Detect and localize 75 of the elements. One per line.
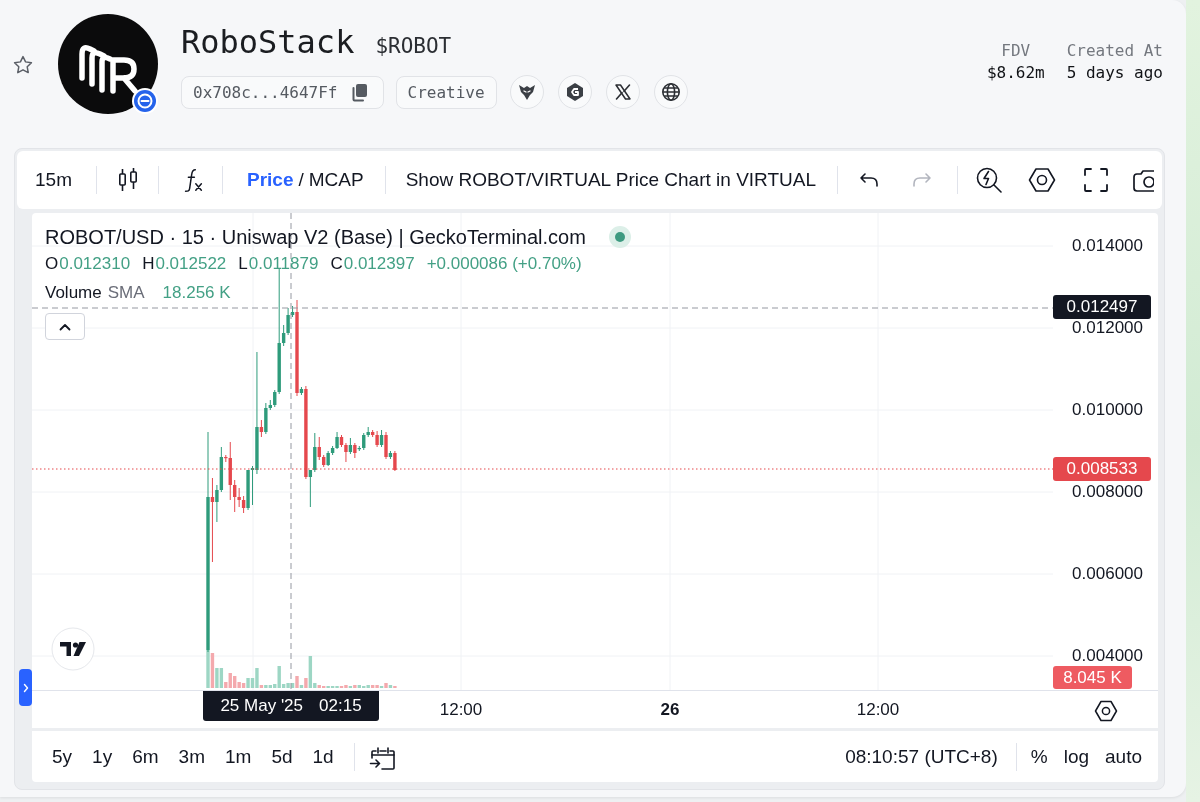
crosshair-date: 25 May '25 bbox=[220, 695, 304, 717]
chart-logo-icon[interactable] bbox=[51, 627, 95, 671]
token-ticker: $ROBOT bbox=[375, 33, 452, 60]
candlestick-icon[interactable] bbox=[117, 166, 138, 194]
logo-icon bbox=[58, 14, 158, 114]
camera-icon[interactable] bbox=[1132, 167, 1155, 193]
crosshair-price-label: 0.012497 bbox=[1053, 295, 1151, 319]
scale-option-button[interactable]: log bbox=[1055, 741, 1097, 772]
price-axis-label: 0.012000 bbox=[1072, 319, 1143, 337]
indicator-parameter: SMA bbox=[107, 282, 145, 304]
stat-label: Created At bbox=[1066, 40, 1163, 62]
ohlc-label: L bbox=[238, 253, 248, 275]
interval-button[interactable]: 15m bbox=[35, 169, 72, 191]
copy-icon[interactable] bbox=[350, 82, 368, 102]
ohlc-label: C bbox=[330, 253, 343, 275]
x-link-button[interactable] bbox=[605, 75, 640, 109]
caret-up-icon bbox=[59, 322, 71, 331]
range-button[interactable]: 1d bbox=[302, 741, 344, 772]
expand-panel-button[interactable] bbox=[19, 669, 32, 706]
time-axis-label: 12:00 bbox=[856, 700, 900, 720]
price-axis-label: 0.006000 bbox=[1072, 565, 1143, 583]
clock-time: 08:10:57 (UTC+8) bbox=[845, 745, 998, 768]
price-mode-tab[interactable]: Price bbox=[246, 169, 294, 191]
price-axis-label: 0.004000 bbox=[1072, 647, 1143, 665]
token-name: RoboStack bbox=[181, 22, 355, 63]
x-icon bbox=[612, 82, 633, 102]
ohlc-value: 0.012397 bbox=[343, 253, 415, 275]
stat-label: FDV bbox=[1001, 40, 1031, 62]
minus-badge-icon bbox=[132, 88, 158, 114]
price-axis-label: 0.010000 bbox=[1072, 401, 1143, 419]
settings-icon[interactable] bbox=[1028, 166, 1057, 194]
stat-value: 5 days ago bbox=[1066, 62, 1163, 84]
scale-option-button[interactable]: % bbox=[1022, 741, 1056, 772]
bird-icon bbox=[516, 82, 537, 102]
price-change: +0.000086 (+0.70%) bbox=[426, 253, 582, 275]
ohlc-label: O bbox=[45, 253, 59, 275]
chevron-right-icon bbox=[22, 682, 29, 693]
time-axis-label: 12:00 bbox=[439, 700, 483, 720]
fullscreen-icon[interactable] bbox=[1083, 167, 1110, 193]
indicator-value: 18.256 K bbox=[162, 282, 231, 304]
volume-value-label: 8.045 K bbox=[1053, 666, 1132, 689]
range-button[interactable]: 1y bbox=[82, 741, 123, 772]
settings-icon[interactable] bbox=[1094, 700, 1118, 722]
range-button[interactable]: 3m bbox=[168, 741, 215, 772]
price-axis-label: 0.008000 bbox=[1072, 483, 1143, 501]
range-button[interactable]: 6m bbox=[122, 741, 169, 772]
last-price-label: 0.008533 bbox=[1053, 457, 1151, 481]
crosshair-time: 02:15 bbox=[319, 695, 362, 717]
website-link-button[interactable] bbox=[653, 75, 688, 109]
scale-option-button[interactable]: auto bbox=[1097, 741, 1150, 772]
chart-title: ROBOT/USD · 15 · Uniswap V2 (Base) | GeckoTerminal.com bbox=[45, 225, 586, 250]
stat-value: $8.62m bbox=[986, 62, 1045, 84]
bird-link-button[interactable] bbox=[509, 75, 544, 109]
ohlc-value: 0.012522 bbox=[155, 253, 227, 275]
category-tag[interactable]: Creative bbox=[395, 75, 497, 109]
range-button[interactable]: 1m bbox=[214, 741, 262, 772]
mode-separator: / bbox=[298, 169, 304, 191]
collapse-legend-button[interactable] bbox=[45, 313, 85, 340]
range-button[interactable]: 5y bbox=[42, 741, 83, 772]
range-button[interactable]: 5d bbox=[261, 741, 303, 772]
time-axis-label: 26 bbox=[660, 700, 680, 720]
hexagon-link-button[interactable] bbox=[557, 75, 592, 109]
star-icon[interactable] bbox=[12, 54, 34, 76]
globe-icon bbox=[660, 82, 681, 102]
ohlc-value: 0.012310 bbox=[59, 253, 131, 275]
price-axis-label: 0.014000 bbox=[1072, 237, 1143, 255]
lightning-search-icon[interactable] bbox=[975, 166, 1004, 194]
contract-address-button[interactable]: 0x708c...4647Ff bbox=[181, 75, 384, 109]
hexagon-icon bbox=[564, 82, 585, 102]
compare-chart-button[interactable]: Show ROBOT/VIRTUAL Price Chart in VIRTUAL bbox=[405, 169, 817, 191]
indicator-name: Volume bbox=[45, 282, 102, 304]
price-mode-tab[interactable]: MCAP bbox=[308, 169, 364, 191]
ohlc-label: H bbox=[142, 253, 155, 275]
status-dot-icon bbox=[608, 226, 631, 248]
ohlc-value: 0.011879 bbox=[248, 253, 319, 275]
